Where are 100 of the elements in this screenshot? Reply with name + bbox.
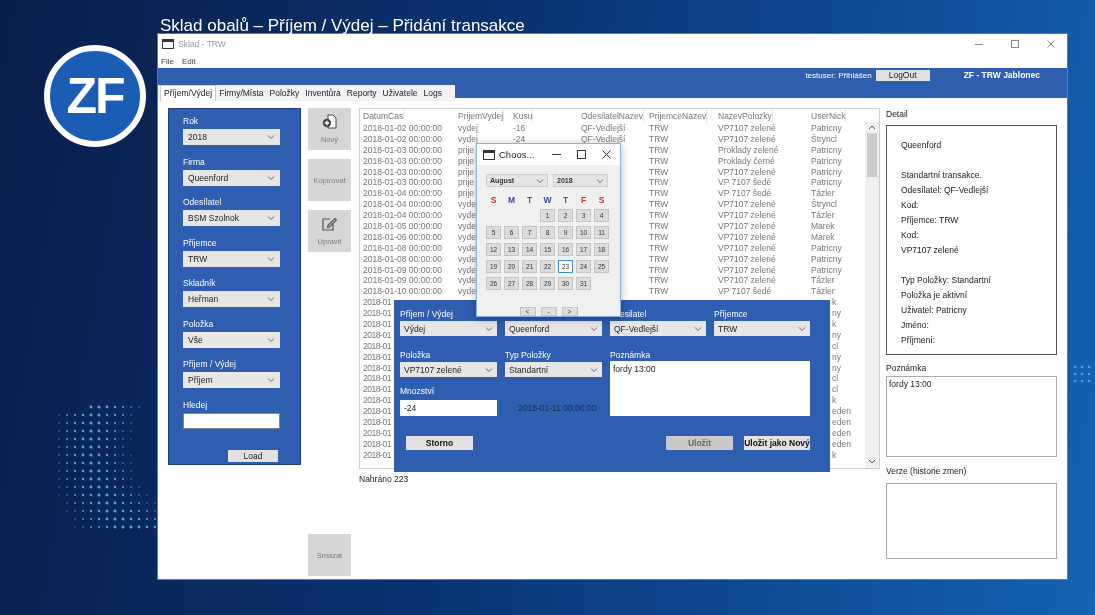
- weekday-label: S: [597, 196, 606, 205]
- tab[interactable]: Uživatele: [379, 85, 421, 101]
- table-cell: TRW: [649, 253, 669, 265]
- tab[interactable]: Reporty: [343, 85, 380, 101]
- table-cell: TRW: [649, 242, 669, 254]
- menu-item[interactable]: Edit: [181, 56, 196, 66]
- table-cell: QF-Vedlejší: [581, 123, 626, 134]
- table-cell: QF-Vedlejší: [581, 133, 626, 145]
- dropdown[interactable]: 2018: [183, 129, 280, 145]
- chevron-icon: [267, 215, 275, 221]
- column-header[interactable]: NazevPolozky: [718, 110, 773, 123]
- close-icon[interactable]: [602, 150, 611, 159]
- tab[interactable]: Příjem/Výdej: [160, 84, 217, 101]
- dropdown[interactable]: BSM Szolnok: [183, 210, 280, 226]
- table-cell-text: k: [831, 449, 837, 461]
- table-cell-text: cl: [831, 373, 839, 385]
- window-icon: [162, 39, 174, 49]
- table-cell: vyde: [458, 221, 476, 232]
- dropdown[interactable]: Výdej: [400, 321, 497, 336]
- table-cell: 2018-01-09 00:00:00: [363, 275, 442, 287]
- logout-button[interactable]: LogOut: [875, 69, 930, 81]
- table-cell: VP7107 zelené: [718, 221, 776, 232]
- window-icon: [483, 149, 495, 160]
- weekday-label: S: [489, 196, 498, 205]
- dropdown[interactable]: TRW: [183, 250, 280, 267]
- dropdown[interactable]: TRW: [714, 321, 810, 336]
- note-field[interactable]: fordy 13:00: [886, 376, 1057, 457]
- input-field[interactable]: [183, 412, 280, 429]
- dropdown[interactable]: Standartní: [505, 362, 602, 377]
- load-button[interactable]: Load: [228, 450, 278, 462]
- table-cell: TRW: [649, 286, 669, 298]
- table-cell: Patricny: [811, 264, 842, 276]
- weekday-label: T: [561, 196, 570, 205]
- table-cell: VP7107 zelené: [718, 231, 776, 243]
- table-cell: vyde: [458, 210, 476, 222]
- chevron-icon: [590, 366, 598, 373]
- dropdown[interactable]: VP7107 zelené: [400, 362, 497, 377]
- column-header[interactable]: PrijemVydej: [458, 110, 505, 123]
- scroll-down-icon: [868, 459, 876, 465]
- input-field[interactable]: -24: [400, 400, 497, 416]
- table-cell: TRW: [649, 221, 669, 232]
- table-cell: prije: [458, 177, 475, 189]
- table-cell: TRW: [649, 210, 669, 222]
- field-label: Odesílatel: [183, 197, 222, 208]
- table-cell: 2018-01-09 00:00:00: [363, 264, 442, 276]
- tab[interactable]: Inventůra: [302, 85, 344, 101]
- edit-icon: [322, 216, 337, 231]
- maximize-icon[interactable]: [577, 150, 586, 159]
- tab[interactable]: Firmy/Místa: [216, 85, 267, 101]
- dialog-button[interactable]: Storno: [406, 436, 473, 450]
- tab[interactable]: Položky: [266, 85, 303, 101]
- dropdown[interactable]: QF-Vedlejší: [610, 321, 706, 336]
- weekday-label: M: [506, 196, 517, 205]
- chevron-icon: [267, 377, 275, 383]
- table-cell-text: eden: [831, 406, 851, 418]
- table-cell: 2018-01: [363, 438, 392, 450]
- column-header[interactable]: UserNick: [811, 110, 847, 123]
- table-cell: Patricny: [811, 123, 842, 134]
- versions-list[interactable]: [886, 483, 1057, 559]
- scroll-up-icon: [868, 125, 876, 131]
- tab[interactable]: Logs: [420, 85, 445, 101]
- user-status: testuser: Přihlášen: [805, 70, 872, 80]
- chevron-icon: [590, 325, 598, 332]
- menu-item[interactable]: File: [161, 56, 174, 66]
- table-cell: VP7107 zelené: [718, 253, 776, 265]
- table-cell: VP7107 zelené: [718, 264, 776, 276]
- table-cell: 2018-01-08 00:00:00: [363, 242, 442, 254]
- table-cell: TRW: [649, 199, 669, 211]
- table-cell: 2018-01-03 00:00:00: [363, 177, 442, 189]
- table-cell: Patricny: [811, 155, 842, 167]
- table-cell: 2018-01-05 00:00:00: [363, 221, 442, 232]
- table-cell: Tázler: [811, 275, 835, 287]
- table-cell: prije: [458, 144, 475, 156]
- detail-line: Jméno:: [901, 319, 929, 332]
- table-cell: TRW: [649, 166, 669, 178]
- column-header[interactable]: OdesilatelNazev: [581, 110, 644, 123]
- detail-line: Kod:: [901, 199, 919, 212]
- table-cell-text: ny: [831, 308, 841, 320]
- dropdown[interactable]: Vše: [183, 331, 280, 348]
- table-cell: -24: [513, 133, 526, 145]
- field-label: Příjemce: [183, 237, 217, 249]
- field-label: Firma: [183, 156, 205, 168]
- scrollbar-thumb[interactable]: [867, 133, 877, 177]
- text-area[interactable]: fordy 13:00: [610, 361, 810, 416]
- table-cell: TRW: [649, 231, 669, 243]
- table-cell: 2018-01-04 00:00:00: [363, 199, 442, 211]
- table-cell-text: cl: [831, 384, 839, 396]
- column-header[interactable]: DatumCas: [363, 110, 405, 123]
- dropdown[interactable]: Queenford: [505, 321, 602, 336]
- table-cell: 2018-01-10 00:00:00: [363, 286, 442, 298]
- scrollbar[interactable]: [865, 122, 879, 468]
- dropdown[interactable]: Heřman: [183, 291, 280, 307]
- field-label: Mnozství: [400, 386, 434, 397]
- column-header[interactable]: Kusu: [513, 110, 534, 123]
- dialog-button[interactable]: Uložit jako Nový: [744, 436, 810, 450]
- table-cell: Patricny: [811, 253, 842, 265]
- dropdown[interactable]: Queenford: [183, 169, 280, 186]
- column-header[interactable]: PrijemceNazev: [649, 110, 708, 123]
- dropdown[interactable]: Příjem: [183, 372, 280, 388]
- table-cell: 2018-01-03 00:00:00: [363, 144, 442, 156]
